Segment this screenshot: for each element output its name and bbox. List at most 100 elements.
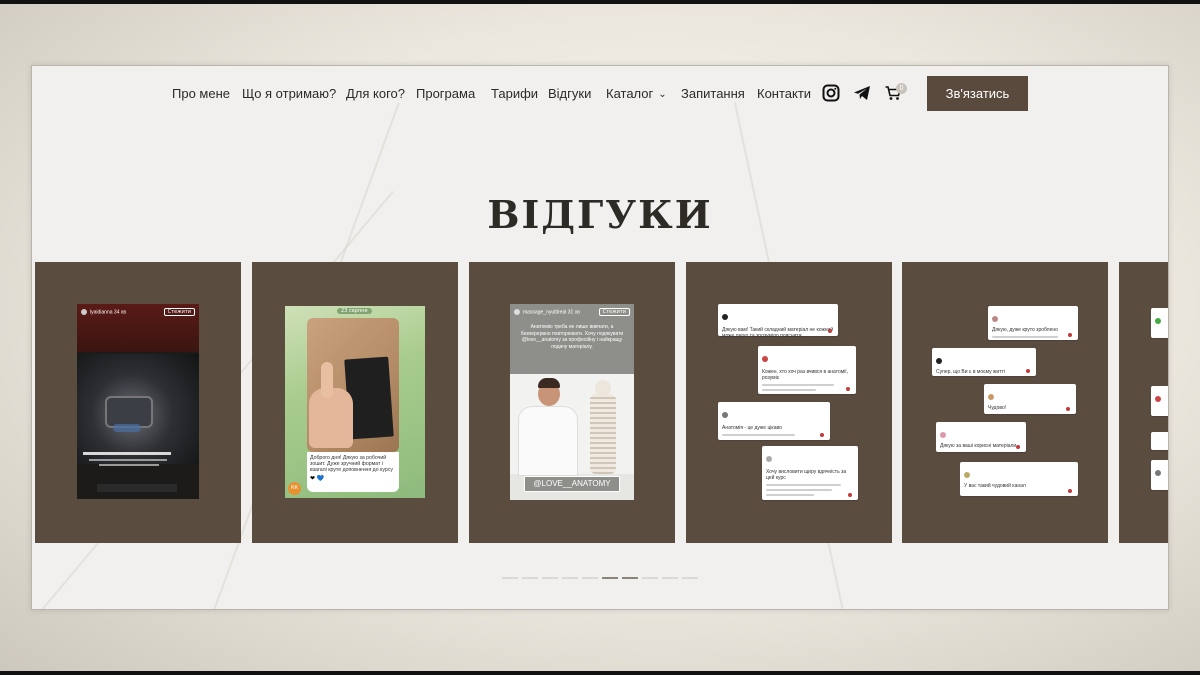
comment-text: Дякую, дуже круто зроблено — [992, 327, 1058, 333]
story-text-line — [99, 464, 159, 466]
story-follow-button: Стежити — [598, 308, 630, 316]
skeleton-skull — [595, 380, 611, 396]
pagination-dot[interactable] — [582, 577, 598, 579]
story-text-line — [89, 459, 167, 461]
cart-count-badge: 0 — [896, 83, 907, 94]
heart-icon — [846, 387, 850, 391]
story-text-line — [83, 452, 171, 455]
comment-bubble: Хочу висловити щиру вдячність за цей кур… — [762, 446, 858, 500]
telegram-icon[interactable] — [853, 85, 871, 105]
story-photo — [510, 374, 634, 476]
avatar — [722, 411, 728, 418]
heart-icon — [1026, 369, 1030, 373]
heart-icon — [848, 493, 852, 497]
nav-item-pricing[interactable]: Тарифи — [491, 86, 538, 101]
story-tag: @LOVE__ANATOMY — [524, 476, 620, 492]
chat-avatar: КК — [288, 482, 301, 495]
avatar — [936, 357, 942, 364]
comment-line — [992, 336, 1058, 338]
chat-bubble: Доброго дня! Дякую за робочий зошит. Дуж… — [307, 452, 399, 492]
avatar — [1155, 317, 1161, 324]
story-time: 34 хв — [113, 309, 127, 316]
comment-bubble: Супер, що Ви є в моєму житті — [932, 348, 1036, 376]
chat-reactions: ❤ 💙 — [310, 475, 325, 482]
heart-icon — [1066, 407, 1070, 411]
nav-item-audience[interactable]: Для кого? — [346, 86, 405, 101]
story-username: lyaidianna — [90, 309, 113, 316]
review-card[interactable]: Дякую, дуже круто зроблено Супер, що Ви … — [902, 262, 1108, 543]
story-follow-button: Стежити — [163, 308, 195, 316]
pagination-dot[interactable] — [542, 577, 558, 579]
comment-text: Кожен, хто хоч раз вчився в анатомії, ро… — [762, 369, 849, 381]
pagination-dot[interactable] — [622, 577, 638, 579]
comment-text: У вас такий чудовий канал — [964, 483, 1026, 489]
top-navigation: Про мене Що я отримаю? Для кого? Програм… — [32, 66, 1168, 122]
nav-item-faq[interactable]: Запитання — [681, 86, 745, 101]
carousel-pagination — [32, 564, 1168, 583]
nav-item-catalog-label: Каталог — [606, 86, 654, 101]
review-card[interactable]: 23 серпня Доброго дня! Дякую за робочий … — [252, 262, 458, 543]
nav-item-about[interactable]: Про мене — [172, 86, 230, 101]
nav-item-reviews[interactable]: Відгуки — [548, 86, 591, 101]
pagination-dot[interactable] — [522, 577, 538, 579]
comment-bubble — [1151, 432, 1168, 450]
comment-line — [762, 389, 816, 391]
person-hair — [538, 378, 560, 388]
review-card[interactable]: lyaidianna 34 хв Стежити — [35, 262, 241, 543]
section-title: ВІДГУКИ — [487, 192, 713, 237]
review-screenshot: 23 серпня Доброго дня! Дякую за робочий … — [285, 306, 425, 498]
avatar — [766, 455, 772, 462]
pagination-dot[interactable] — [502, 577, 518, 579]
comment-bubble — [1151, 386, 1168, 416]
avatar — [722, 313, 728, 320]
pagination-dot[interactable] — [682, 577, 698, 579]
story-username: massage_nyuttireal — [523, 309, 567, 316]
comment-bubble: Кожен, хто хоч раз вчився в анатомії, ро… — [758, 346, 856, 394]
comment-line — [766, 494, 815, 496]
comment-bubble: Чудово! — [984, 384, 1076, 414]
pagination-dot[interactable] — [602, 577, 618, 579]
review-screenshot: massage_nyuttireal 31 хв Стежити Анатомі… — [510, 304, 634, 500]
cart-icon[interactable]: 0 — [885, 83, 907, 103]
heart-icon — [1068, 333, 1072, 337]
heart-icon — [828, 329, 832, 333]
pagination-dot[interactable] — [662, 577, 678, 579]
comment-text: Супер, що Ви є в моєму житті — [936, 369, 1005, 375]
keyboard-shape — [97, 484, 177, 492]
comment-bubble: Дякую вам! Такий складний матеріал не ко… — [718, 304, 838, 339]
avatar — [992, 315, 998, 322]
comment-text: Дякую вам! Такий складний матеріал не ко… — [722, 327, 834, 339]
comment-line — [766, 484, 841, 486]
browser-viewport: Про мене Що я отримаю? Для кого? Програм… — [31, 65, 1169, 610]
comment-line — [766, 489, 832, 491]
comment-bubble: Анатомія - це дуже цікаво — [718, 402, 830, 440]
nav-item-contacts[interactable]: Контакти — [757, 86, 811, 101]
avatar — [1155, 395, 1161, 402]
review-card[interactable]: Дякую вам! Такий складний матеріал не ко… — [686, 262, 892, 543]
chevron-down-icon: ⌄ — [658, 89, 667, 100]
nav-item-program[interactable]: Програма — [416, 86, 475, 101]
avatar — [940, 431, 946, 438]
chat-message: Доброго дня! Дякую за робочий зошит. Дуж… — [310, 455, 393, 473]
review-card[interactable] — [1119, 262, 1168, 543]
thumb-shape — [321, 362, 333, 398]
contact-button[interactable]: Зв'язатись — [927, 76, 1028, 111]
review-card[interactable]: massage_nyuttireal 31 хв Стежити Анатомі… — [469, 262, 675, 543]
person-coat — [518, 406, 578, 476]
chat-photo — [307, 318, 399, 452]
heart-icon — [820, 433, 824, 437]
avatar — [762, 355, 768, 362]
story-header: lyaidianna 34 хв — [81, 309, 126, 315]
nav-item-catalog[interactable]: Каталог ⌄ — [606, 86, 667, 101]
instagram-icon[interactable] — [822, 84, 840, 106]
pagination-dot[interactable] — [562, 577, 578, 579]
chat-date: 23 серпня — [337, 308, 372, 314]
pagination-dot[interactable] — [642, 577, 658, 579]
story-caption: Анатомію треба не лише вивчати, а безпер… — [520, 324, 624, 350]
nav-item-benefits[interactable]: Що я отримаю? — [242, 86, 336, 101]
comment-bubble: Дякую за ваші корисні матеріали — [936, 422, 1026, 452]
comment-bubble: У вас такий чудовий канал — [960, 462, 1078, 496]
comment-bubble: Дякую, дуже круто зроблено — [988, 306, 1078, 340]
story-header: massage_nyuttireal 31 хв — [514, 309, 580, 315]
avatar — [1155, 469, 1161, 476]
